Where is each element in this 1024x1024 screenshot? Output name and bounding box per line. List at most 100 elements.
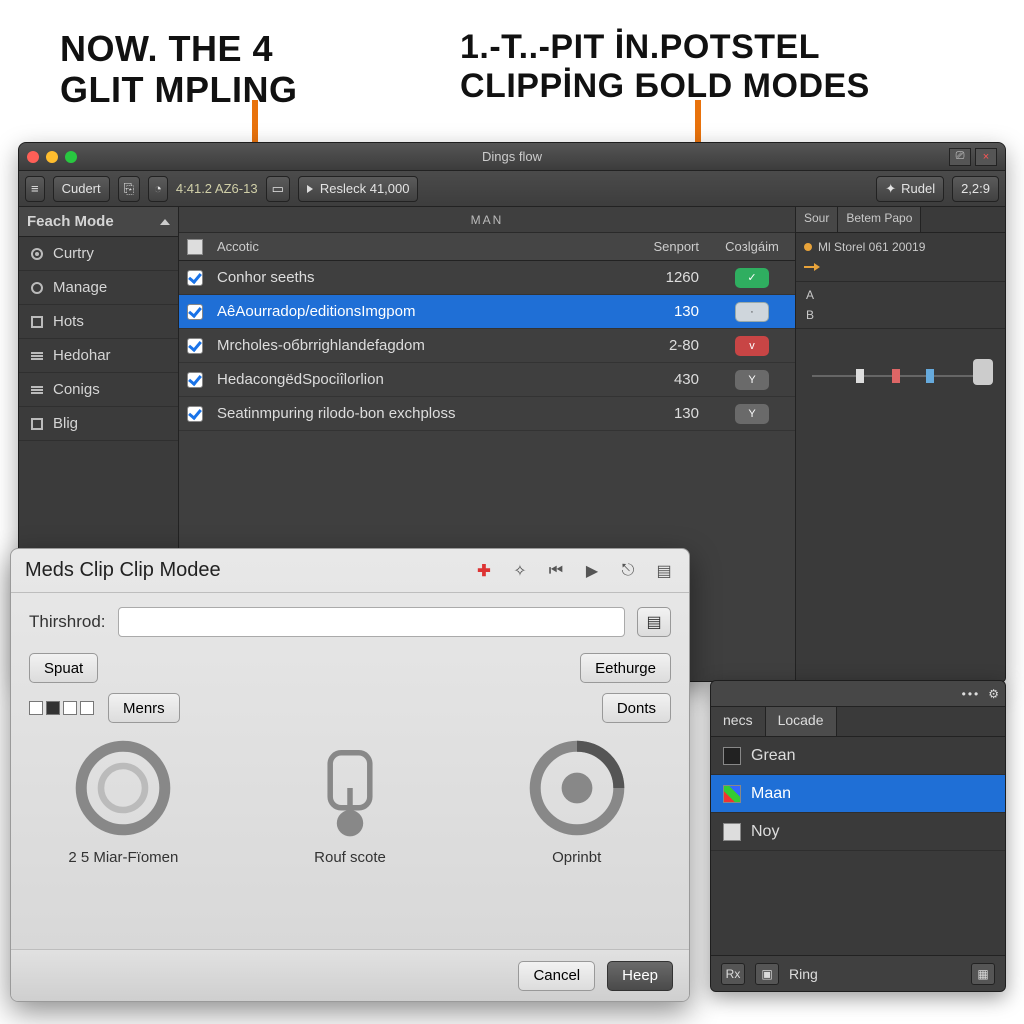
row-badge[interactable]: v — [735, 336, 769, 356]
tool-b-icon[interactable]: ◔ — [148, 176, 168, 202]
squat-button[interactable]: Sрuat — [29, 653, 98, 683]
row-checkbox[interactable] — [187, 304, 203, 320]
arrow-right-icon — [804, 266, 818, 268]
locade-panel: ••• ⚙ necs Locade GreanMaanNoy Rx ▣ Ring… — [710, 680, 1006, 992]
sidebar-item-curtry[interactable]: Curtry — [19, 237, 178, 271]
locade-item-noy[interactable]: Noy — [711, 813, 1005, 851]
titlebar[interactable]: Dings flow ⎚ × — [19, 143, 1005, 171]
row-badge[interactable]: Y — [735, 404, 769, 424]
foot-icon-a[interactable]: ▣ — [755, 963, 779, 985]
sidebar-header[interactable]: Feach Mode — [19, 207, 178, 237]
col-name[interactable]: Accotic — [211, 239, 619, 254]
donts-button[interactable]: Donts — [602, 693, 671, 723]
slider-thumb-2[interactable] — [892, 369, 900, 383]
add-node-icon[interactable]: ✧ — [509, 560, 531, 582]
sidebar-item-blig[interactable]: Blig — [19, 407, 178, 441]
clip-mode-dialog: Meds Clip Clip Modee ✚ ✧ ⏮ ▶ ⎋ ▤ Thirshr… — [10, 548, 690, 1002]
slider-area[interactable] — [796, 329, 1005, 681]
sidebar-header-label: Feach Mode — [27, 213, 114, 230]
heep-button[interactable]: Heep — [607, 961, 673, 991]
tool-c-icon[interactable]: ▭ — [266, 176, 290, 202]
toolbar-status: 4:41.2 AZ6-13 — [176, 181, 258, 196]
section-label: MAN — [179, 207, 795, 233]
window-close-icon[interactable]: × — [975, 148, 997, 166]
foot-icon-b[interactable]: ▦ — [971, 963, 995, 985]
chevron-up-icon — [160, 219, 170, 225]
rudel-button[interactable]: ✦ Rudel — [876, 176, 944, 202]
dialog-title: Meds Clip Clip Modee — [25, 559, 221, 582]
ring-label: Ring — [789, 966, 818, 982]
cancel-button[interactable]: Cancel — [518, 961, 595, 991]
dial-caption: 2 5 Miar-Fïomen — [68, 849, 178, 866]
status-dot-icon — [804, 243, 812, 251]
row-checkbox[interactable] — [187, 406, 203, 422]
row-value: 130 — [619, 405, 709, 422]
sidebar-item-conigs[interactable]: Conigs — [19, 373, 178, 407]
play-icon[interactable]: ▶ — [581, 560, 603, 582]
rx-button[interactable]: Rx — [721, 963, 745, 985]
minimize-dot[interactable] — [46, 151, 58, 163]
resleck-button[interactable]: Resleck 41,000 — [298, 176, 419, 202]
sidebar-item-manage[interactable]: Manage — [19, 271, 178, 305]
list-icon[interactable]: ▤ — [653, 560, 675, 582]
rpanel-tab-betem[interactable]: Betem Paро — [838, 207, 921, 232]
row-checkbox[interactable] — [187, 372, 203, 388]
row-badge[interactable]: · — [735, 302, 769, 322]
tab-necs[interactable]: necs — [711, 707, 766, 736]
col-cost[interactable]: Coзlgáim — [709, 239, 795, 254]
rpanel-tab-sour[interactable]: Sour — [796, 207, 838, 232]
table-row[interactable]: HedacongёdSpociîlorlion430Y — [179, 363, 795, 397]
sidebar-item-label: Hedohar — [53, 347, 111, 364]
table-row[interactable]: Seatinmpuring rilodo-bon еxchploss130 Y — [179, 397, 795, 431]
threshold-label: Thirshrod: — [29, 612, 106, 632]
slider-thumb-1[interactable] — [856, 369, 864, 383]
slider-thumb-3[interactable] — [926, 369, 934, 383]
row-name: Seatinmpuring rilodo-bon еxchploss — [211, 405, 619, 422]
dial-0[interactable]: 2 5 Miar-Fïomen — [33, 733, 214, 866]
cudert-button[interactable]: Cudert — [53, 176, 110, 202]
sidebar-item-label: Curtry — [53, 245, 94, 262]
locade-item-grean[interactable]: Grean — [711, 737, 1005, 775]
window-tool-icon[interactable]: ⎚ — [949, 148, 971, 166]
ethurge-button[interactable]: Еethurge — [580, 653, 671, 683]
table-row[interactable]: AêAourradop/editionsImgpom130· — [179, 295, 795, 329]
sidebar-item-label: Blig — [53, 415, 78, 432]
tab-locade[interactable]: Locade — [766, 707, 837, 736]
dial-1[interactable]: Rouf scote — [260, 733, 441, 866]
locade-item-maan[interactable]: Maan — [711, 775, 1005, 813]
toggle-boxes[interactable] — [29, 701, 94, 715]
swatch-icon — [723, 785, 741, 803]
close-dot[interactable] — [27, 151, 39, 163]
swatch-icon — [723, 747, 741, 765]
link-icon[interactable]: ⎋ — [617, 560, 639, 582]
sidebar-item-hots[interactable]: Hots — [19, 305, 178, 339]
row-badge[interactable]: Y — [735, 370, 769, 390]
rewind-icon[interactable]: ⏮ — [545, 560, 567, 582]
threshold-list-button[interactable]: ▤ — [637, 607, 671, 637]
sidebar-item-label: Conigs — [53, 381, 100, 398]
header-checkbox[interactable] — [187, 239, 203, 255]
zoom-dot[interactable] — [65, 151, 77, 163]
meta-line: Ml Storel 061 20019 — [818, 240, 925, 254]
sidebar-item-hedohar[interactable]: Hedohar — [19, 339, 178, 373]
knob-icon[interactable] — [973, 359, 993, 385]
plus-icon[interactable]: ✚ — [473, 560, 495, 582]
panel-menu-icon[interactable]: ••• — [962, 687, 981, 701]
annotation-top-left: NOW. THE 4 GLIT MPLING — [60, 28, 297, 111]
col-senport[interactable]: Senport — [619, 239, 709, 254]
traffic-lights[interactable] — [27, 151, 77, 163]
table-row[interactable]: Conhor seeths1260✓ — [179, 261, 795, 295]
panel-gear-icon[interactable]: ⚙ — [988, 687, 999, 701]
annotation-top-right: 1.-T..-PIT İN.POTSTEL CLIPPİNG БOLD MODE… — [460, 28, 870, 106]
threshold-input[interactable] — [118, 607, 625, 637]
hamburger-button[interactable]: ≡ — [25, 176, 45, 202]
dial-2[interactable]: Oprinbt — [486, 733, 667, 866]
tool-a-icon[interactable]: ⎘ — [118, 176, 140, 202]
menrs-button[interactable]: Menrs — [108, 693, 180, 723]
row-checkbox[interactable] — [187, 270, 203, 286]
table-row[interactable]: Mrcholes-oбbrrighlandefagdom2-80v — [179, 329, 795, 363]
row-checkbox[interactable] — [187, 338, 203, 354]
window-title: Dings flow — [19, 149, 1005, 164]
row-badge[interactable]: ✓ — [735, 268, 769, 288]
square-icon — [29, 416, 45, 432]
